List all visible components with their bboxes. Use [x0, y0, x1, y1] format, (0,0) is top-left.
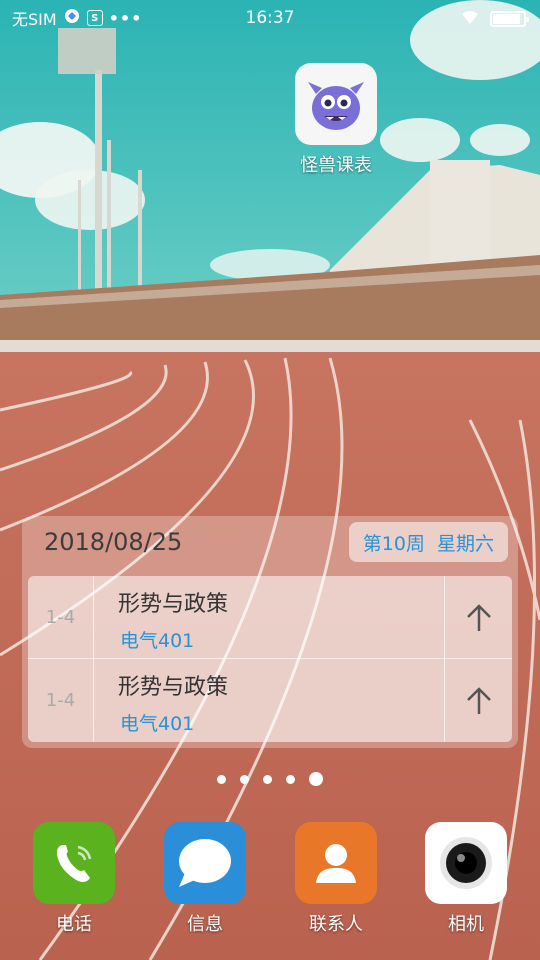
message-icon — [164, 822, 246, 904]
camera-icon — [425, 822, 507, 904]
course-name: 形势与政策 — [118, 592, 229, 617]
contacts-icon — [295, 822, 377, 904]
course-row[interactable]: 1-4 形势与政策 电气401 — [28, 576, 512, 659]
arrow-up-icon[interactable] — [444, 659, 512, 742]
page-dot[interactable] — [240, 774, 249, 784]
course-row[interactable]: 1-4 形势与政策 电气401 — [28, 659, 512, 742]
dock-app-phone[interactable]: 电话 — [24, 822, 124, 936]
arrow-up-icon[interactable] — [444, 576, 512, 659]
status-bar: 无SIM S ••• 16:37 — [0, 0, 540, 36]
course-period: 1-4 — [28, 659, 94, 742]
wallpaper — [0, 0, 540, 960]
dock-app-messages[interactable]: 信息 — [155, 822, 255, 936]
dock-label: 电话 — [56, 914, 92, 935]
monster-app-icon — [295, 63, 377, 145]
course-name: 形势与政策 — [118, 675, 229, 700]
course-room: 电气401 — [120, 630, 195, 652]
course-period: 1-4 — [28, 576, 94, 659]
page-dot-active[interactable] — [309, 772, 323, 786]
dock-app-contacts[interactable]: 联系人 — [286, 822, 386, 936]
wifi-icon — [460, 9, 480, 29]
week-badge[interactable]: 第10周 星期六 — [348, 522, 508, 562]
app-label: 怪兽课表 — [300, 155, 372, 176]
weekday: 星期六 — [436, 532, 494, 555]
page-dot[interactable] — [263, 774, 272, 784]
clock: 16:37 — [245, 8, 295, 28]
phone-icon — [33, 822, 115, 904]
app-monster-schedule[interactable]: 怪兽课表 — [290, 63, 382, 177]
course-room: 电气401 — [120, 713, 195, 735]
widget-date: 2018/08/25 — [44, 528, 183, 556]
battery-icon — [490, 11, 529, 27]
dock: 电话 信息 联系人 相机 — [0, 822, 540, 942]
dock-label: 相机 — [448, 914, 484, 935]
status-right — [460, 9, 529, 29]
dock-label: 联系人 — [309, 914, 363, 935]
page-dot[interactable] — [217, 774, 226, 784]
page-indicator[interactable] — [0, 772, 540, 786]
schedule-widget[interactable]: 2018/08/25 第10周 星期六 1-4 形势与政策 电气401 1-4 … — [22, 516, 518, 748]
course-list: 1-4 形势与政策 电气401 1-4 形势与政策 电气401 — [28, 576, 512, 742]
page-dot[interactable] — [286, 774, 295, 784]
dock-app-camera[interactable]: 相机 — [416, 822, 516, 936]
battery-level — [493, 14, 520, 24]
week-number: 第10周 — [362, 532, 425, 555]
dock-label: 信息 — [187, 914, 223, 935]
